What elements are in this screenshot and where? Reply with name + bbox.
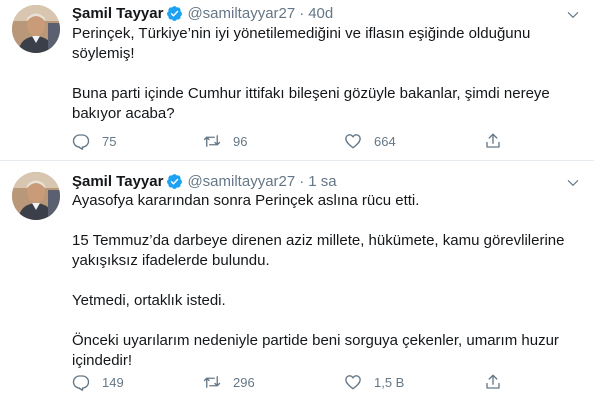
tweet-paragraph: Ayasofya kararından sonra Perinçek aslın…	[72, 192, 420, 209]
tweet-paragraph: Önceki uyarılarım nedeniyle partide beni…	[72, 332, 559, 369]
timestamp[interactable]: 1 sa	[308, 173, 336, 190]
tweet-header: Şamil Tayyar @samiltayyar27 · 1 sa	[72, 171, 337, 191]
share-button[interactable]	[484, 372, 502, 392]
author-name[interactable]: Şamil Tayyar	[72, 173, 163, 190]
reply-count: 149	[102, 374, 124, 390]
like-button[interactable]: 664	[344, 131, 396, 151]
tweet-actions: 75 96 664	[72, 131, 572, 151]
tweet[interactable]: Şamil Tayyar @samiltayyar27 · 1 sa Ayaso…	[0, 161, 594, 400]
reply-button[interactable]: 75	[72, 131, 116, 151]
like-icon	[345, 134, 361, 149]
author-handle[interactable]: @samiltayyar27	[187, 173, 295, 190]
tweet[interactable]: Şamil Tayyar @samiltayyar27 · 40d Perinç…	[0, 0, 594, 161]
share-icon	[486, 374, 500, 389]
tweet-text: Perinçek, Türkiye’nin iyi yönetilemediği…	[72, 24, 572, 124]
reply-icon	[72, 134, 90, 150]
like-count: 664	[374, 133, 396, 149]
retweet-icon	[203, 376, 221, 388]
tweet-paragraph: Yetmedi, ortaklık istedi.	[72, 292, 226, 309]
like-icon	[345, 375, 361, 390]
retweet-count: 296	[233, 374, 255, 390]
reply-count: 75	[102, 133, 117, 149]
avatar[interactable]	[12, 172, 60, 220]
tweet-text: Ayasofya kararından sonra Perinçek aslın…	[72, 191, 572, 371]
chevron-down-icon[interactable]	[566, 8, 580, 22]
author-handle[interactable]: @samiltayyar27	[187, 5, 295, 22]
tweet-paragraph: Buna parti içinde Cumhur ittifakı bileşe…	[72, 85, 550, 122]
tweet-actions: 149 296 1,5 B	[72, 372, 572, 392]
share-button[interactable]	[484, 131, 502, 151]
tweet-paragraph: Perinçek, Türkiye’nin iyi yönetilemediği…	[72, 25, 531, 62]
like-count: 1,5 B	[374, 374, 405, 390]
verified-badge-icon	[167, 5, 183, 21]
separator-dot: ·	[299, 172, 305, 190]
avatar[interactable]	[12, 5, 60, 53]
verified-badge-icon	[167, 173, 183, 189]
reply-button[interactable]: 149	[72, 372, 124, 392]
tweet-header: Şamil Tayyar @samiltayyar27 · 40d	[72, 3, 333, 23]
chevron-down-icon[interactable]	[566, 176, 580, 190]
retweet-button[interactable]: 296	[203, 372, 255, 392]
retweet-button[interactable]: 96	[203, 131, 247, 151]
share-icon	[486, 133, 500, 148]
like-button[interactable]: 1,5 B	[344, 372, 404, 392]
timestamp[interactable]: 40d	[308, 5, 333, 22]
retweet-count: 96	[233, 133, 248, 149]
reply-icon	[72, 375, 90, 391]
author-name[interactable]: Şamil Tayyar	[72, 5, 163, 22]
retweet-icon	[203, 135, 221, 147]
tweet-paragraph: 15 Temmuz’da darbeye direnen aziz millet…	[72, 232, 565, 269]
separator-dot: ·	[299, 4, 305, 22]
